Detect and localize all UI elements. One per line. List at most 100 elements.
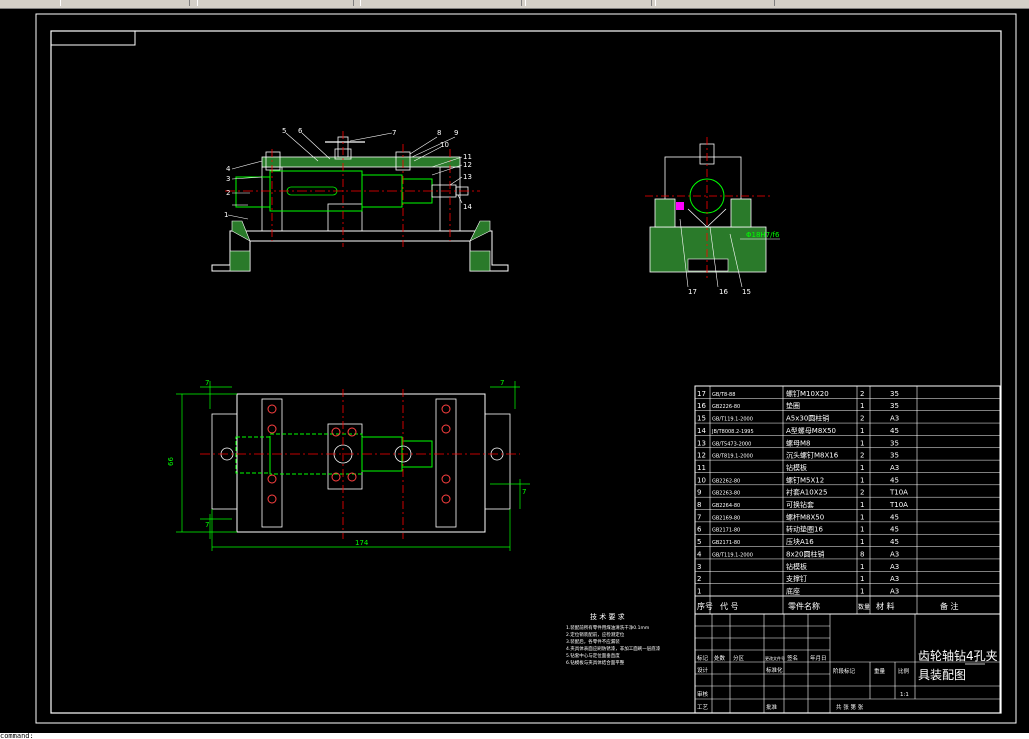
bom-header-name: 零件名称 [788, 601, 820, 611]
balloon-front-5: 5 [282, 127, 286, 135]
bom-cell-no: 6 [697, 526, 702, 534]
bom-cell-name: 螺杆M8X50 [786, 512, 824, 521]
bom-cell-material: A3 [890, 550, 899, 558]
bom-cell-no: 10 [697, 476, 706, 484]
tb-scale-value: 1:1 [900, 692, 909, 698]
bom-header-qty: 数量 [858, 603, 870, 611]
balloon-side-17: 17 [688, 288, 697, 296]
bom-cell-qty: 1 [860, 439, 864, 447]
bom-cell-no: 15 [697, 415, 706, 423]
tech-req-line-4: 4.夹具体表面应刷防锈漆，非加工面刷一层底漆 [566, 645, 661, 652]
bom-cell-no: 12 [697, 452, 706, 460]
toolbar-dropdown-linetype[interactable] [360, 0, 522, 6]
tb-label-review: 审核 [697, 690, 709, 698]
balloon-front-2a: 2 [226, 189, 230, 197]
toolbar-dropdown-color[interactable] [197, 0, 354, 6]
bom-cell-name: 螺钉M5X12 [786, 475, 824, 484]
command-line[interactable]: command: [0, 733, 1029, 739]
dim-small-b: 7 [205, 521, 209, 529]
side-view [645, 137, 780, 288]
tb-label-scale: 比例 [898, 667, 910, 675]
bom-cell-material: 45 [890, 513, 899, 521]
bom-cell-name: 压块A16 [786, 537, 814, 546]
toolbar-dropdown-lineweight[interactable] [525, 0, 652, 6]
tb-label-date: 年月日 [810, 654, 827, 662]
tb-label-sign: 签名 [787, 654, 798, 662]
tech-req-line-2: 2.定位销装配前，应检测定位 [566, 631, 625, 638]
bom-cell-no: 9 [697, 489, 701, 497]
bom-cell-material: 45 [890, 476, 899, 484]
bom-cell-qty: 1 [860, 538, 864, 546]
tb-label-stage: 阶段标记 [833, 667, 856, 675]
balloon-front-1: 1 [224, 211, 228, 219]
bom-cell-qty: 1 [860, 476, 864, 484]
bom-cell-material: A3 [890, 563, 899, 571]
bom-cell-code: JB/T8008.2-1995 [711, 429, 754, 435]
bom-cell-qty: 1 [860, 588, 864, 596]
tb-label-process: 工艺 [697, 704, 709, 711]
balloon-front-3: 3 [226, 175, 230, 183]
toolbar-dropdown-layer[interactable] [60, 0, 190, 6]
bom-cell-material: T10A [889, 489, 908, 497]
bom-cell-code: GB/T819.1-2000 [712, 454, 753, 460]
dim-overall-height: 66 [167, 457, 175, 466]
bom-cell-qty: 1 [860, 427, 864, 435]
bom-cell-name: 衬套A10X25 [786, 488, 827, 497]
balloon-front-13: 13 [463, 173, 472, 181]
bom-cell-no: 16 [697, 402, 706, 410]
balloon-front-12: 12 [463, 161, 472, 169]
bom-cell-no: 5 [697, 538, 701, 546]
bom-cell-material: A3 [890, 464, 899, 472]
bom-cell-qty: 1 [860, 575, 864, 583]
bom-cell-name: 垫圈 [786, 401, 800, 410]
tech-req-line-6: 6.钻模板与夹具体结合面平整 [566, 659, 625, 666]
bom-cell-material: 45 [890, 538, 899, 546]
bom-cell-material: T10A [889, 501, 908, 509]
bom-cell-no: 1 [697, 588, 701, 596]
bom-cell-name: 沉头螺钉M8X16 [786, 451, 839, 460]
tb-label-standard: 标准化 [766, 666, 783, 674]
tb-label-design: 设计 [697, 666, 709, 674]
drawing-canvas[interactable]: 4 3 2 1 5 6 7 8 9 10 11 12 13 14 15 16 1… [0, 9, 1029, 733]
balloon-front-14: 14 [463, 203, 472, 211]
bom-cell-material: 45 [890, 526, 899, 534]
tech-req-line-5: 5.钻套中心与定位面垂直度 [566, 652, 620, 659]
bom-cell-qty: 1 [860, 402, 864, 410]
outer-frame [35, 13, 1017, 724]
bom-cell-qty: 1 [860, 563, 864, 571]
tb-label-zone: 分区 [733, 654, 745, 662]
tech-req-line-3: 3.装配后，各零件不应漏装 [566, 638, 620, 645]
bom-cell-no: 7 [697, 513, 701, 521]
balloon-front-4: 4 [226, 165, 231, 173]
front-view [211, 131, 509, 272]
bom-cell-name: A5x30圆柱销 [786, 414, 829, 423]
balloon-front-9: 9 [454, 129, 458, 137]
dim-overall-length: 174 [355, 539, 369, 547]
bom-cell-code: GB/T5473-2000 [712, 441, 751, 447]
bom-cell-material: A3 [890, 415, 899, 423]
bom-cell-qty: 1 [860, 526, 864, 534]
dim-fit: Φ18H7/f6 [746, 231, 780, 239]
bom-cell-qty: 1 [860, 501, 864, 509]
top-view [176, 381, 530, 551]
bom-cell-no: 11 [697, 464, 706, 472]
dim-small-c: 7 [500, 379, 504, 387]
bom-cell-no: 3 [697, 563, 701, 571]
bom-cell-name: 8x20圆柱销 [786, 549, 825, 558]
bom-cell-code: GB2171-80 [712, 528, 740, 534]
bom-cell-code: GB/T8-88 [712, 392, 735, 398]
drawing-title-line-2: 具装配图 [918, 668, 966, 682]
bom-cell-code: GB2262-80 [712, 478, 740, 484]
tb-label-approve: 批准 [766, 703, 778, 711]
bom-cell-qty: 2 [860, 489, 864, 497]
toolbar-dropdown-plotstyle[interactable] [655, 0, 775, 6]
bom-header-code: 代 号 [720, 601, 739, 611]
balloon-side-16: 16 [719, 288, 728, 296]
bom-cell-qty: 1 [860, 464, 864, 472]
bom-cell-material: 45 [890, 427, 899, 435]
bom-cell-qty: 2 [860, 452, 864, 460]
bom-cell-name: 钻模板 [786, 562, 807, 571]
bom-cell-name: 螺母M8 [786, 438, 811, 447]
bom-cell-material: 35 [890, 439, 899, 447]
tb-label-weight: 重量 [874, 667, 886, 675]
